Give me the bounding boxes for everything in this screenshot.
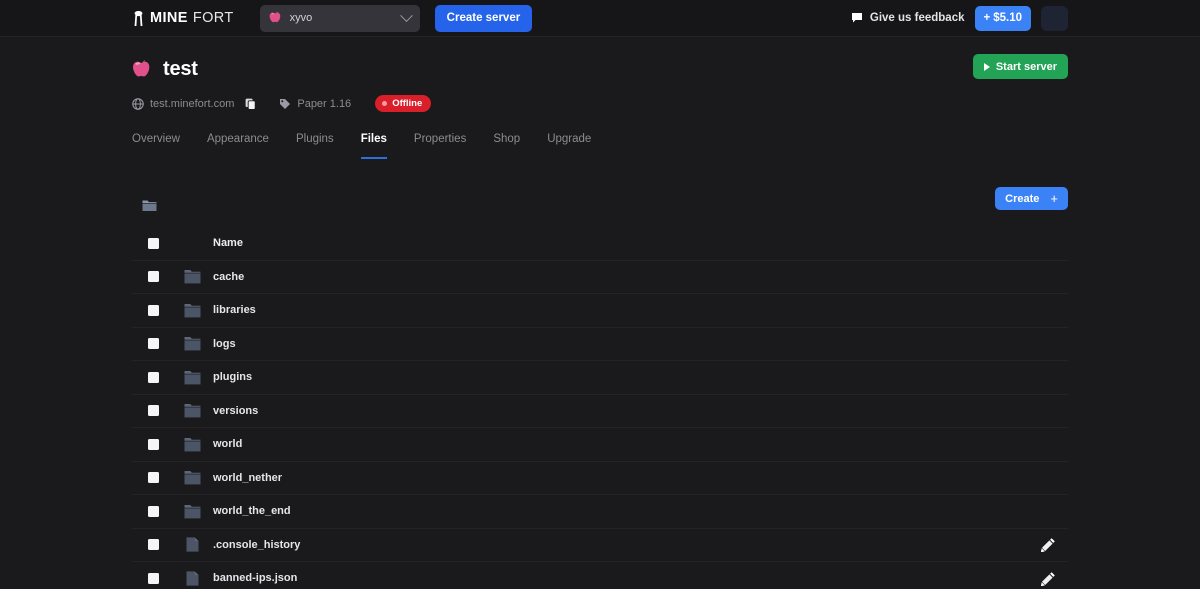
row-checkbox[interactable] <box>148 405 159 417</box>
page-content: test Start server test.minefort.com Pape… <box>0 54 1200 589</box>
row-checkbox[interactable] <box>148 371 159 383</box>
row-checkbox[interactable] <box>148 472 159 484</box>
row-name-label: plugins <box>213 371 253 384</box>
row-checkbox[interactable] <box>148 438 159 450</box>
column-header-name: Name <box>213 237 243 250</box>
apple-icon <box>133 59 150 76</box>
row-name-label: world_the_end <box>213 505 291 518</box>
file-icon <box>186 537 199 552</box>
folder-icon <box>184 303 201 318</box>
play-icon <box>983 62 990 71</box>
tab-upgrade[interactable]: Upgrade <box>547 133 591 159</box>
server-tabs: Overview Appearance Plugins Files Proper… <box>132 133 1068 159</box>
folder-icon <box>184 404 201 418</box>
folder-icon <box>184 504 201 519</box>
server-selector-value: xyvo <box>289 12 313 24</box>
logo-text-mine: MINE <box>150 10 188 26</box>
tab-overview[interactable]: Overview <box>132 133 180 159</box>
row-name-label: cache <box>213 270 245 283</box>
file-manager-toolbar: Create + <box>132 187 1068 222</box>
row-name-label: world <box>213 438 243 451</box>
tab-shop[interactable]: Shop <box>493 133 520 159</box>
account-credit-button[interactable]: + $5.10 <box>974 5 1031 31</box>
tag-icon <box>280 98 291 109</box>
create-server-button[interactable]: Create server <box>434 4 533 32</box>
credit-plus-icon: + <box>983 12 991 24</box>
globe-icon <box>132 97 144 110</box>
server-title-row: test Start server <box>132 54 1068 81</box>
row-checkbox[interactable] <box>148 338 159 350</box>
table-row[interactable]: banned-ips.json <box>132 562 1068 589</box>
row-name-label: world_nether <box>213 471 283 484</box>
file-table-header: Name <box>132 227 1068 261</box>
table-row[interactable]: .console_history <box>132 529 1068 562</box>
row-name-label: logs <box>213 337 236 350</box>
avatar[interactable] <box>1041 5 1068 31</box>
table-row[interactable]: world <box>132 428 1068 462</box>
server-domain-group: test.minefort.com <box>132 97 257 110</box>
table-row[interactable]: world_the_end <box>132 495 1068 529</box>
top-navigation-bar: MINE FORT xyvo Create server Give us feed… <box>0 0 1200 37</box>
folder-icon <box>184 270 201 284</box>
brand-logo[interactable]: MINE FORT <box>132 10 234 26</box>
credit-amount-label: $5.10 <box>993 12 1022 24</box>
table-row[interactable]: versions <box>132 395 1068 428</box>
table-row[interactable]: libraries <box>132 294 1068 328</box>
apple-icon <box>269 11 280 23</box>
start-server-label: Start server <box>995 60 1057 73</box>
row-name-label: libraries <box>213 304 256 317</box>
file-table: Name cache libraries logs plugins versions wo… <box>132 227 1068 589</box>
table-row[interactable]: world_nether <box>132 462 1068 495</box>
give-feedback-label: Give us feedback <box>869 12 965 24</box>
file-icon <box>186 571 199 586</box>
server-software-label: Paper 1.16 <box>297 97 352 110</box>
give-feedback-button[interactable]: Give us feedback <box>851 12 965 24</box>
table-row[interactable]: plugins <box>132 361 1068 395</box>
row-checkbox[interactable] <box>148 539 159 551</box>
server-meta-row: test.minefort.com Paper 1.16 Offline <box>132 95 1068 112</box>
folder-root-icon[interactable] <box>142 199 157 212</box>
chat-bubble-icon <box>851 13 862 23</box>
table-row[interactable]: logs <box>132 328 1068 361</box>
folder-icon <box>184 370 201 385</box>
edit-pencil-icon[interactable] <box>1041 571 1056 586</box>
plus-icon: + <box>1050 191 1058 206</box>
server-domain-label: test.minefort.com <box>150 97 235 110</box>
status-badge-label: Offline <box>392 98 423 109</box>
mineforth-pickaxe-icon <box>134 10 143 26</box>
folder-icon <box>184 471 201 485</box>
row-checkbox[interactable] <box>148 505 159 517</box>
logo-text-fort: FORT <box>192 10 234 26</box>
tab-appearance[interactable]: Appearance <box>207 133 269 159</box>
tab-properties[interactable]: Properties <box>414 133 466 159</box>
select-all-checkbox[interactable] <box>148 237 159 249</box>
server-software-group: Paper 1.16 <box>279 98 351 110</box>
table-row[interactable]: cache <box>132 261 1068 294</box>
edit-pencil-icon[interactable] <box>1041 537 1056 553</box>
row-name-label: .console_history <box>213 538 301 551</box>
copy-icon[interactable] <box>245 98 257 110</box>
row-checkbox[interactable] <box>148 572 159 584</box>
start-server-button[interactable]: Start server <box>972 54 1068 79</box>
tab-files[interactable]: Files <box>360 133 387 159</box>
row-name-label: banned-ips.json <box>213 572 298 585</box>
chevron-down-icon <box>399 8 413 22</box>
row-checkbox[interactable] <box>148 271 159 283</box>
create-file-button[interactable]: Create + <box>995 187 1068 210</box>
row-name-label: versions <box>213 404 259 417</box>
tab-plugins[interactable]: Plugins <box>296 133 334 159</box>
row-checkbox[interactable] <box>148 304 159 316</box>
page-title: test <box>163 58 198 80</box>
top-navigation-right-group: Give us feedback + $5.10 <box>851 5 1068 31</box>
server-selector-dropdown[interactable]: xyvo <box>259 4 420 32</box>
folder-icon <box>184 337 201 351</box>
create-file-label: Create <box>1005 192 1040 205</box>
status-dot-icon <box>382 101 388 106</box>
status-badge: Offline <box>375 95 432 112</box>
file-manager: Create + Name cache libraries logs plugins v… <box>132 187 1068 589</box>
folder-icon <box>184 437 201 452</box>
